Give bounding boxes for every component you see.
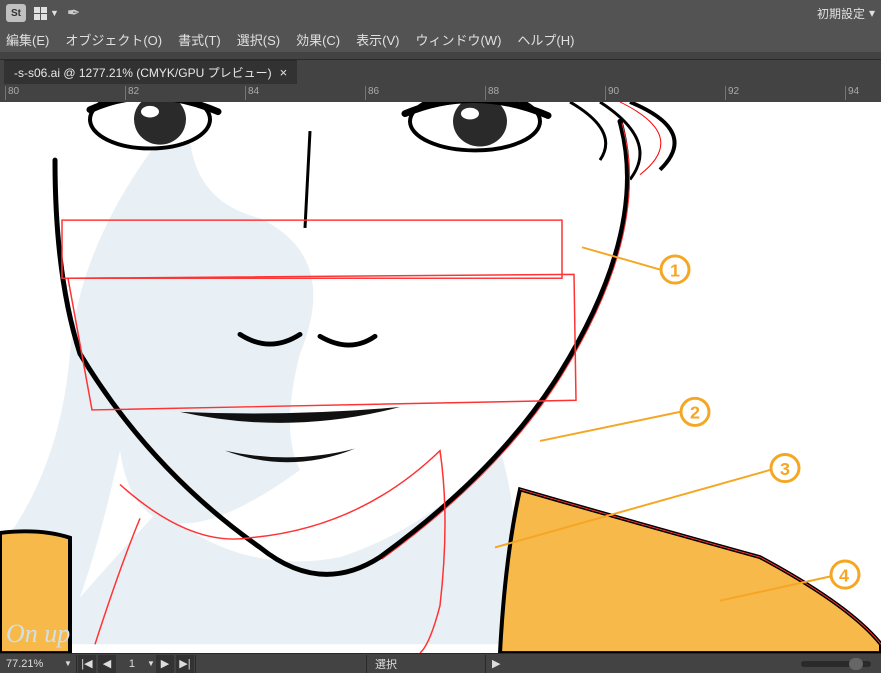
menu-view[interactable]: 表示(V) xyxy=(356,30,399,49)
ruler-tick: 86 xyxy=(365,86,379,100)
chevron-down-icon: ▾ xyxy=(869,6,875,20)
annotation-4: 4 xyxy=(839,566,849,586)
menu-help[interactable]: ヘルプ(H) xyxy=(517,30,574,49)
document-tab-label: -s-s06.ai @ 1277.21% (CMYK/GPU プレビュー) xyxy=(14,64,272,81)
ruler-tick: 80 xyxy=(5,86,19,100)
ruler-tick: 84 xyxy=(245,86,259,100)
document-tab[interactable]: -s-s06.ai @ 1277.21% (CMYK/GPU プレビュー) × xyxy=(4,60,297,84)
artboard-number[interactable]: 1 xyxy=(117,658,147,670)
watermark: On up xyxy=(6,619,70,649)
feather-icon[interactable]: ✒ xyxy=(67,3,80,23)
arrange-docs-icon[interactable]: ▼ xyxy=(34,7,59,20)
ruler-tick: 92 xyxy=(725,86,739,100)
close-tab-icon[interactable]: × xyxy=(280,65,288,80)
ruler-tick: 88 xyxy=(485,86,499,100)
appbar-left: St ▼ ✒ xyxy=(6,3,80,23)
document-tab-bar: -s-s06.ai @ 1277.21% (CMYK/GPU プレビュー) × xyxy=(0,60,881,84)
zoom-level[interactable]: 77.21% xyxy=(0,658,64,670)
workspace-switcher[interactable]: 初期設定 ▾ xyxy=(817,5,875,22)
ruler-tick: 90 xyxy=(605,86,619,100)
current-tool: 選択 xyxy=(367,656,405,672)
status-bar: 77.21% ▼ |◀ ◀ 1 ▼ ▶ ▶| 選択 ▶ xyxy=(0,653,881,673)
artwork-svg: 1 2 3 4 xyxy=(0,102,881,653)
artboard-next-button[interactable]: ▶ xyxy=(156,655,174,673)
horizontal-ruler: 80 82 84 86 88 90 92 94 xyxy=(0,84,881,102)
canvas-area: 80 82 84 86 88 90 92 94 xyxy=(0,84,881,653)
artboard-last-button[interactable]: ▶| xyxy=(176,655,194,673)
ruler-tick: 94 xyxy=(845,86,859,100)
annotation-3: 3 xyxy=(780,459,790,479)
options-bar xyxy=(0,52,881,60)
menu-effect[interactable]: 効果(C) xyxy=(296,30,340,49)
menu-bar: 編集(E) オブジェクト(O) 書式(T) 選択(S) 効果(C) 表示(V) … xyxy=(0,26,881,52)
menu-edit[interactable]: 編集(E) xyxy=(6,30,49,49)
chevron-down-icon[interactable]: ▼ xyxy=(64,659,72,668)
zoom-slider[interactable] xyxy=(801,661,871,667)
workspace-label: 初期設定 xyxy=(817,5,865,22)
app-bar: St ▼ ✒ 初期設定 ▾ xyxy=(0,0,881,26)
chevron-down-icon[interactable]: ▼ xyxy=(147,659,155,668)
stock-badge[interactable]: St xyxy=(6,4,26,22)
artboard[interactable]: 1 2 3 4 On up xyxy=(0,102,881,653)
artboard-first-button[interactable]: |◀ xyxy=(78,655,96,673)
menu-window[interactable]: ウィンドウ(W) xyxy=(415,30,501,49)
annotation-2: 2 xyxy=(690,403,700,423)
menu-object[interactable]: オブジェクト(O) xyxy=(65,30,162,49)
ruler-tick: 82 xyxy=(125,86,139,100)
annotation-1: 1 xyxy=(670,261,680,281)
menu-type[interactable]: 書式(T) xyxy=(178,30,221,49)
play-icon[interactable]: ▶ xyxy=(486,657,506,670)
artboard-prev-button[interactable]: ◀ xyxy=(98,655,116,673)
menu-select[interactable]: 選択(S) xyxy=(237,30,280,49)
